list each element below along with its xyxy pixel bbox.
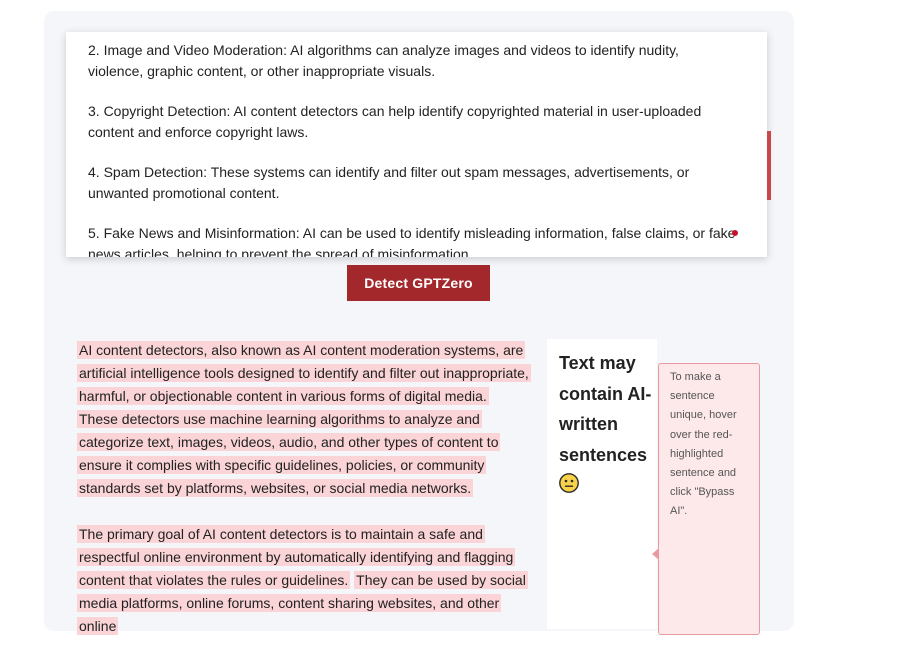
input-paragraph: 3. Copyright Detection: AI content detec… [88,103,702,140]
bypass-tip-box: To make a sentence unique, hover over th… [652,363,760,635]
neutral-face-icon [559,473,579,493]
input-scrollbar-thumb[interactable] [767,131,771,200]
result-paragraph: The primary goal of AI content detectors… [77,523,529,638]
input-paragraph: 4. Spam Detection: These systems can ide… [88,164,690,201]
tip-pointer-icon [652,548,659,560]
input-text-content: 2. Image and Video Moderation: AI algori… [88,40,738,257]
verdict-title: Text may contain AI-written sentences [559,353,652,465]
highlighted-sentence[interactable]: AI content detectors, also known as AI c… [77,341,531,405]
input-paragraph: 5. Fake News and Misinformation: AI can … [88,225,736,257]
result-paragraph: AI content detectors, also known as AI c… [77,339,531,500]
status-dot-icon [732,230,738,236]
input-paragraph: 2. Image and Video Moderation: AI algori… [88,42,679,79]
highlighted-sentence[interactable]: These detectors use machine learning alg… [77,410,501,497]
tip-text: To make a sentence unique, hover over th… [670,371,737,518]
input-text-area[interactable]: 2. Image and Video Moderation: AI algori… [66,32,767,257]
result-text: AI content detectors, also known as AI c… [77,339,531,661]
detect-gptzero-button[interactable]: Detect GPTZero [347,265,490,301]
verdict-box: Text may contain AI-written sentences [547,339,657,629]
